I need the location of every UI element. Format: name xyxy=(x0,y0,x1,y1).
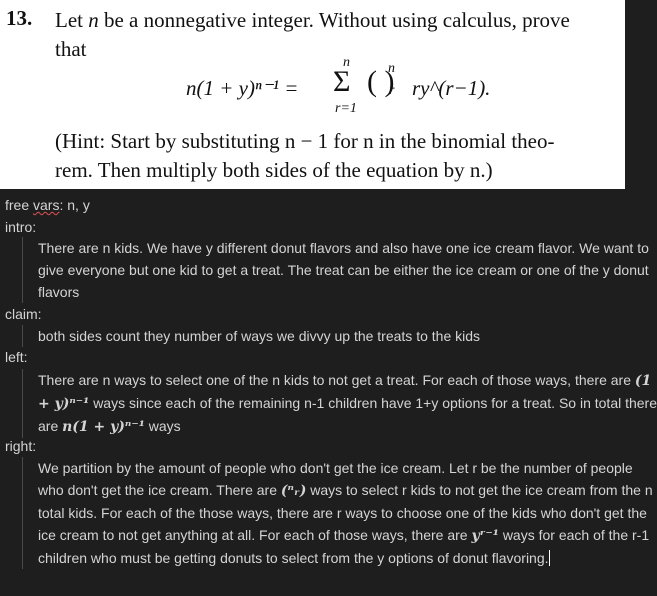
left-block[interactable]: There are n ways to select one of the n … xyxy=(22,369,657,438)
binomial-bottom: r xyxy=(389,83,395,98)
left-text-a: There are n ways to select one of the n … xyxy=(38,372,631,388)
right-math-2: yʳ⁻¹ xyxy=(471,528,499,544)
right-block[interactable]: We partition by the amount of people who… xyxy=(22,457,657,569)
free-vars-line[interactable]: free vars: n, y xyxy=(5,197,90,213)
intro-block[interactable]: There are n kids. We have y different do… xyxy=(22,237,657,303)
hint-line-1: (Hint: Start by substituting n − 1 for n… xyxy=(55,129,555,153)
equation-rhs: ry^(r−1). xyxy=(412,76,491,100)
spellcheck-word[interactable]: vars xyxy=(33,197,59,213)
hint-line-2: rem. Then multiply both sides of the equ… xyxy=(55,158,493,182)
intro-label: intro: xyxy=(5,219,37,235)
intro-text: There are n kids. We have y different do… xyxy=(38,240,649,300)
sigma-lower-limit: r=1 xyxy=(335,101,357,116)
free-vars-prefix: free xyxy=(5,197,30,213)
claim-block[interactable]: both sides count they number of ways we … xyxy=(22,325,657,347)
problem-equation: n(1 + y)ⁿ⁻¹ = n Σ r=1 ( ) n r ry^(r−1). xyxy=(0,55,625,125)
problem-hint: (Hint: Start by substituting n − 1 for n… xyxy=(55,127,620,185)
problem-var-n: n xyxy=(88,8,99,32)
problem-text-let: Let xyxy=(55,8,83,32)
problem-text-rest: be a nonnegative integer. Without using … xyxy=(103,8,570,32)
free-vars-values: : n, y xyxy=(59,197,90,213)
text-cursor xyxy=(548,550,550,566)
claim-label: claim: xyxy=(5,306,42,322)
binomial-top: n xyxy=(388,61,395,76)
left-math-2: n(1 + y)ⁿ⁻¹ xyxy=(62,419,145,435)
right-math-1: (ⁿᵣ) xyxy=(280,483,307,499)
problem-number: 13. xyxy=(6,6,33,30)
left-text-c: ways xyxy=(148,418,181,434)
equation-lhs: n(1 + y)ⁿ⁻¹ = xyxy=(186,76,299,100)
left-label: left: xyxy=(5,349,28,365)
claim-text: both sides count they number of ways we … xyxy=(38,328,481,344)
sigma-symbol: Σ xyxy=(333,65,351,98)
problem-card: 13. Let n be a nonnegative integer. With… xyxy=(0,0,625,189)
right-label: right: xyxy=(5,438,37,454)
